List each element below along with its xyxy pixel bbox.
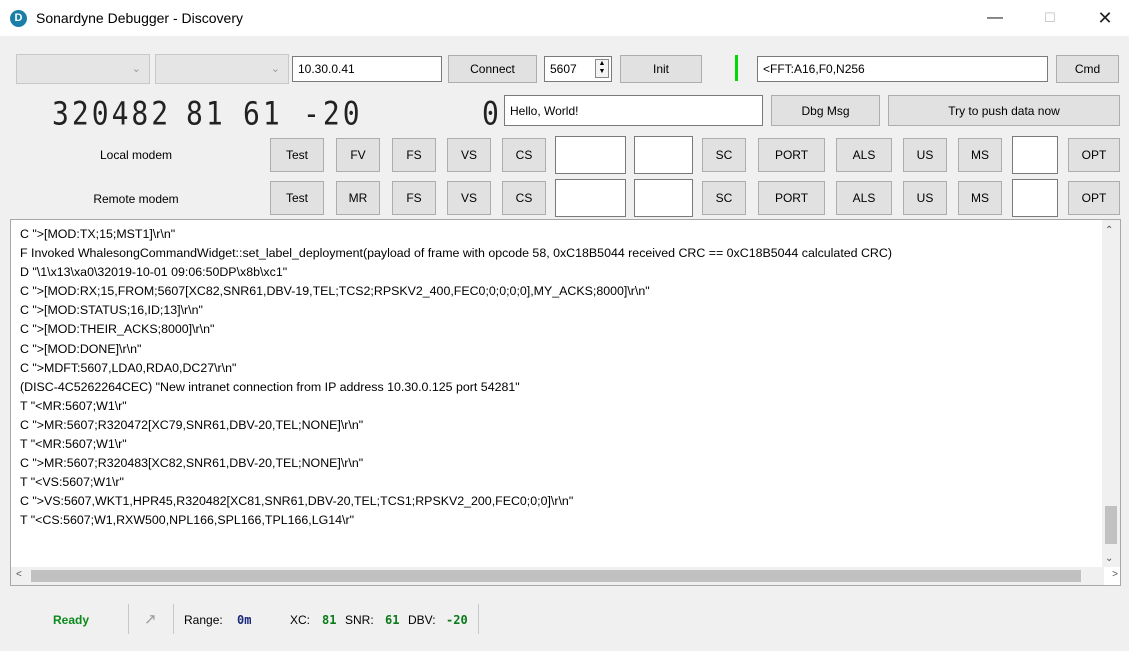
xc-display: 81: [186, 94, 226, 133]
dbv-label: DBV:: [408, 613, 436, 627]
ip-address-input[interactable]: 10.30.0.41: [292, 56, 442, 82]
remote-opt-button[interactable]: OPT: [1068, 181, 1120, 215]
status-divider: [173, 604, 174, 634]
dbv-display: -20: [303, 94, 363, 133]
status-divider: [128, 604, 129, 634]
log-line: C ">[MOD:THEIR_ACKS;8000]\r\n": [20, 322, 215, 337]
local-vs-button[interactable]: VS: [447, 138, 491, 172]
log-line: C ">[MOD:DONE]\r\n": [20, 341, 142, 356]
cmd-button[interactable]: Cmd: [1056, 55, 1119, 83]
local-ms-button[interactable]: MS: [958, 138, 1002, 172]
interface-combo[interactable]: ⌄: [16, 54, 150, 84]
scroll-left-icon[interactable]: <: [16, 569, 22, 580]
log-line: (DISC-4C5262264CEC) "New intranet connec…: [20, 379, 520, 394]
remote-vs-button[interactable]: VS: [447, 181, 491, 215]
horizontal-scroll-thumb[interactable]: [31, 570, 1081, 582]
snr-value: 61: [385, 613, 400, 627]
remote-value-input-2[interactable]: [634, 179, 693, 217]
dbv-value: -20: [446, 613, 468, 627]
maximize-button[interactable]: ☐: [1027, 0, 1073, 36]
arrow-up-right-icon: ↗: [144, 611, 157, 628]
vertical-scrollbar[interactable]: ⌃ ⌄: [1102, 220, 1120, 567]
scroll-up-icon[interactable]: ⌃: [1105, 225, 1113, 236]
connection-indicator: [735, 55, 738, 81]
log-line: T "<MR:5607;W1\r": [20, 437, 127, 452]
minimize-button[interactable]: —: [972, 0, 1018, 36]
console-lines: C ">[MOD:TX;15;MST1]\r\n" F Invoked Whal…: [20, 225, 1100, 531]
scroll-down-icon[interactable]: ⌄: [1105, 553, 1113, 564]
log-line: C ">[MOD:TX;15;MST1]\r\n": [20, 227, 176, 241]
local-fs-button[interactable]: FS: [392, 138, 436, 172]
local-opt-input[interactable]: [1012, 136, 1058, 174]
status-divider: [478, 604, 479, 634]
chevron-down-icon: ⌄: [270, 63, 280, 75]
port-value: 5607: [550, 62, 577, 76]
dbg-msg-button[interactable]: Dbg Msg: [771, 95, 880, 126]
device-combo[interactable]: ⌄: [155, 54, 289, 84]
remote-us-button[interactable]: US: [903, 181, 947, 215]
init-button[interactable]: Init: [620, 55, 702, 83]
connect-button[interactable]: Connect: [448, 55, 537, 83]
remote-modem-label: Remote modem: [93, 192, 179, 206]
vertical-scroll-thumb[interactable]: [1105, 506, 1117, 544]
local-value-input-1[interactable]: [555, 136, 626, 174]
log-line: C ">MR:5607;R320483[XC82,SNR61,DBV-20,TE…: [20, 456, 364, 471]
window-title: Sonardyne Debugger - Discovery: [36, 10, 243, 26]
local-opt-button[interactable]: OPT: [1068, 138, 1120, 172]
title-bar: D Sonardyne Debugger - Discovery — ☐ ✕: [0, 0, 1129, 36]
log-line: C ">MDFT:5607,LDA0,RDA0,DC27\r\n": [20, 360, 237, 375]
spin-arrows-icon[interactable]: ▲ ▼: [595, 59, 609, 78]
local-als-button[interactable]: ALS: [836, 138, 892, 172]
local-test-button[interactable]: Test: [270, 138, 324, 172]
remote-test-button[interactable]: Test: [270, 181, 324, 215]
remote-ms-button[interactable]: MS: [958, 181, 1002, 215]
log-line: C ">[MOD:RX;15,FROM;5607[XC82,SNR61,DBV-…: [20, 284, 650, 299]
log-line: C ">MR:5607;R320472[XC79,SNR61,DBV-20,TE…: [20, 417, 364, 432]
status-ready-label: Ready: [53, 613, 90, 627]
remote-als-button[interactable]: ALS: [836, 181, 892, 215]
range-label: Range:: [184, 613, 223, 627]
log-line: T "<CS:5607;W1,RXW500,NPL166,SPL166,TPL1…: [20, 513, 355, 528]
local-value-input-2[interactable]: [634, 136, 693, 174]
range-display: 320482: [52, 94, 172, 133]
status-bar: Ready ↗ Range: 0m XC: 81 SNR: 61 DBV: -2…: [0, 600, 1129, 640]
horizontal-scrollbar[interactable]: < >: [11, 567, 1118, 585]
xc-value: 81: [322, 613, 337, 627]
close-button[interactable]: ✕: [1082, 0, 1128, 36]
local-fv-button[interactable]: FV: [336, 138, 380, 172]
remote-cs-button[interactable]: CS: [502, 181, 546, 215]
log-line: T "<MR:5607;W1\r": [20, 398, 127, 413]
log-line: C ">VS:5607,WKT1,HPR45,R320482[XC81,SNR6…: [20, 494, 574, 509]
local-modem-label: Local modem: [99, 148, 173, 162]
local-sc-button[interactable]: SC: [702, 138, 746, 172]
scroll-right-icon[interactable]: >: [1112, 569, 1118, 580]
log-line: T "<VS:5607;W1\r": [20, 475, 124, 490]
chevron-down-icon: ⌄: [131, 63, 141, 75]
log-line: C ">[MOD:STATUS;16,ID;13]\r\n": [20, 303, 203, 318]
count-display: 0: [482, 94, 502, 133]
range-value: 0m: [237, 613, 252, 627]
command-input[interactable]: <FFT:A16,F0,N256: [757, 56, 1048, 82]
local-us-button[interactable]: US: [903, 138, 947, 172]
remote-value-input-1[interactable]: [555, 179, 626, 217]
console-log[interactable]: C ">[MOD:TX;15;MST1]\r\n" F Invoked Whal…: [10, 219, 1121, 586]
snr-display: 61: [243, 94, 283, 133]
remote-opt-input[interactable]: [1012, 179, 1058, 217]
app-logo-icon: D: [10, 10, 27, 27]
push-data-button[interactable]: Try to push data now: [888, 95, 1120, 126]
log-line: D "\1\x13\xa0\32019-10-01 09:06:50DP\x8b…: [20, 265, 288, 280]
remote-fs-button[interactable]: FS: [392, 181, 436, 215]
snr-label: SNR:: [345, 613, 374, 627]
log-line: F Invoked WhalesongCommandWidget::set_la…: [20, 246, 892, 261]
remote-port-button[interactable]: PORT: [758, 181, 825, 215]
port-spinbox[interactable]: 5607 ▲ ▼: [544, 56, 612, 82]
remote-sc-button[interactable]: SC: [702, 181, 746, 215]
remote-mr-button[interactable]: MR: [336, 181, 380, 215]
debug-message-input[interactable]: Hello, World!: [504, 95, 763, 126]
local-cs-button[interactable]: CS: [502, 138, 546, 172]
local-port-button[interactable]: PORT: [758, 138, 825, 172]
xc-label: XC:: [290, 613, 311, 627]
